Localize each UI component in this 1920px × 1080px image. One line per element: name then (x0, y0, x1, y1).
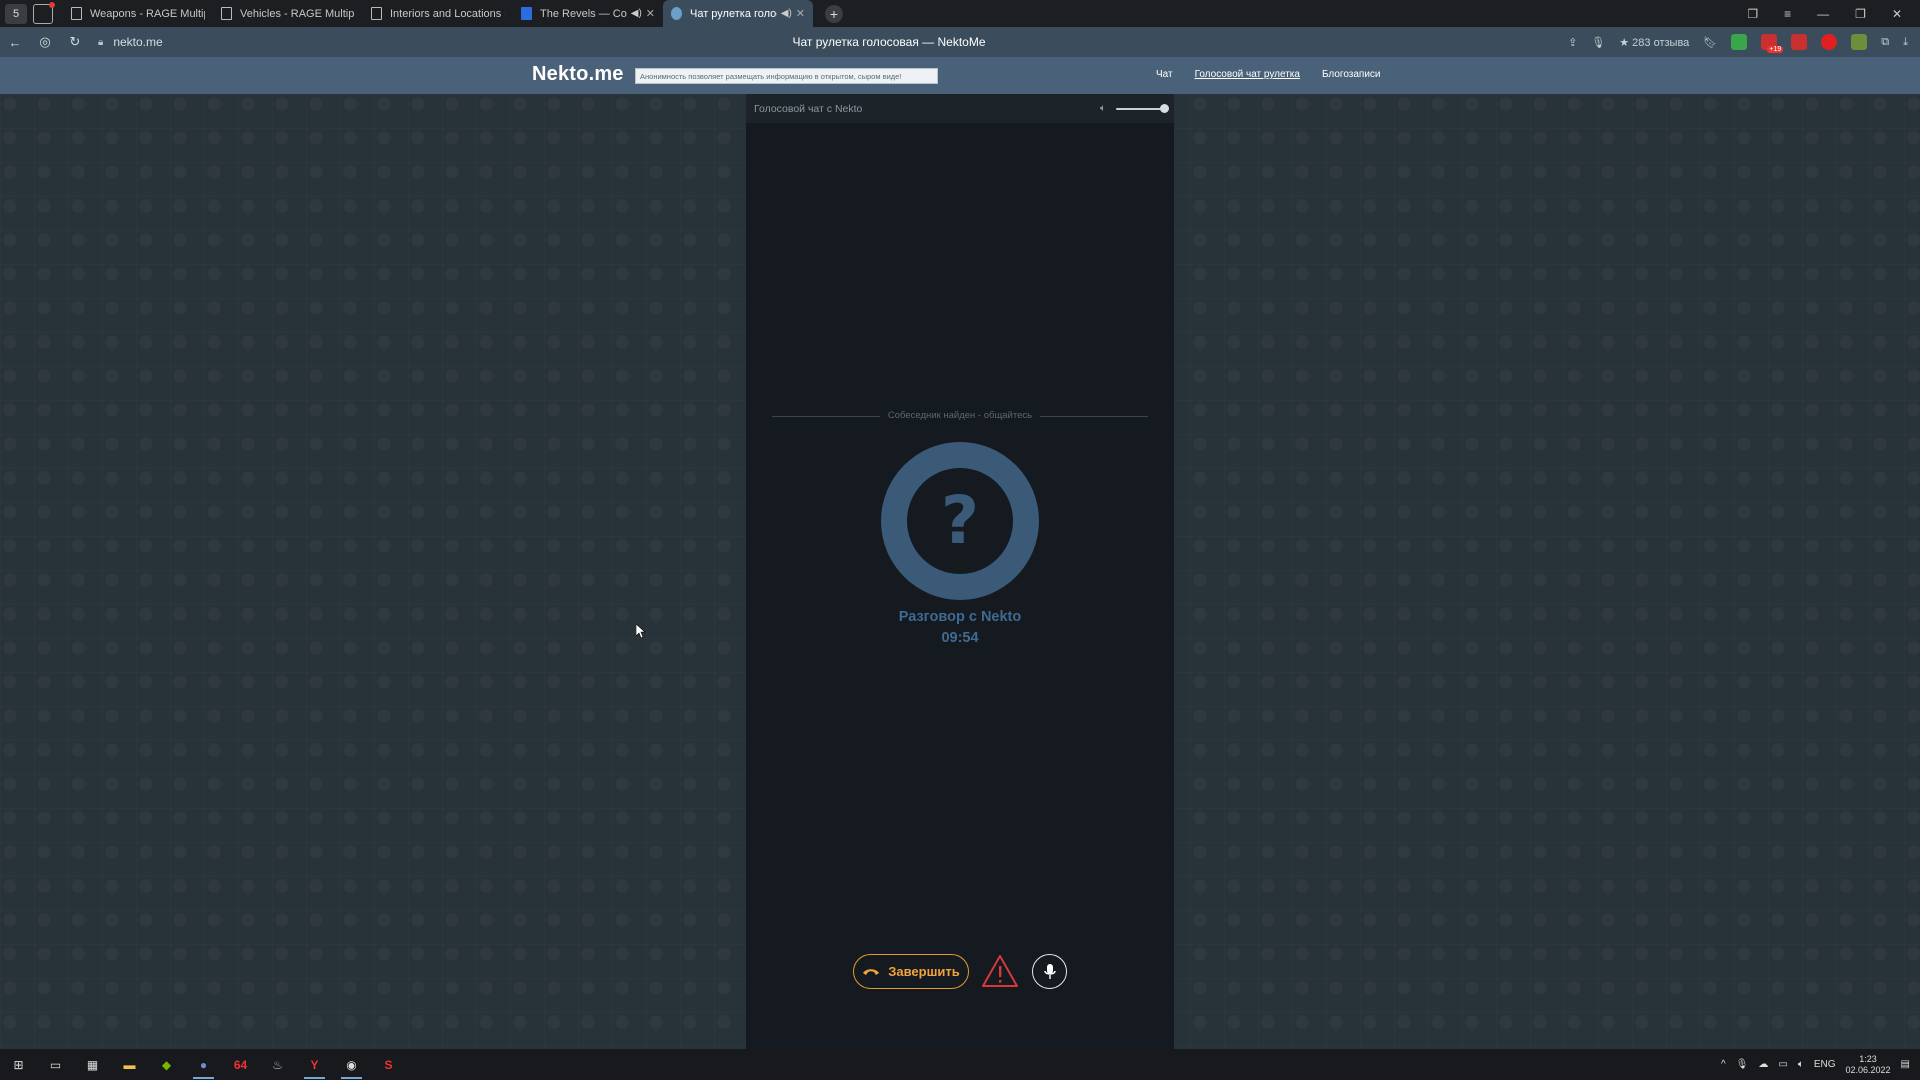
minimize-icon[interactable]: — (1817, 7, 1829, 21)
nekto-favicon-icon (671, 7, 682, 20)
menu-icon[interactable]: ≡ (1784, 7, 1791, 21)
partner-found-divider: Собеседник найден - общайтесь (772, 410, 1148, 422)
nvidia-icon[interactable]: ◆ (148, 1049, 185, 1080)
extension-icon[interactable]: +19 (1761, 34, 1784, 53)
steam-icon[interactable]: ♨ (259, 1049, 296, 1080)
page-icon (371, 7, 382, 20)
close-window-icon[interactable]: ✕ (1892, 7, 1902, 21)
tab-title: Weapons - RAGE Multiplay (90, 7, 205, 20)
mouse-cursor-icon (636, 624, 646, 638)
tab-title: Vehicles - RAGE Multiplaye (240, 7, 355, 20)
close-tab-icon[interactable]: ✕ (796, 7, 805, 20)
system-tray: ^ 🎙︎ ☁︎ ▭ 🔈︎ ENG 1:23 02.06.2022 ▤ (1721, 1049, 1920, 1080)
mic-icon[interactable]: 🎙︎ (1591, 36, 1605, 49)
task-view-icon[interactable]: ▭ (37, 1049, 74, 1080)
extension-icon[interactable] (1851, 34, 1868, 50)
badge: +19 (1767, 46, 1784, 53)
speaker-icon[interactable]: ◀) (631, 8, 642, 19)
browser-tab[interactable]: The Revels — Coman ◀) ✕ (513, 0, 663, 27)
clock-date: 02.06.2022 (1845, 1064, 1891, 1075)
volume-icon[interactable]: 🔈︎ (1100, 103, 1106, 114)
app-64-icon[interactable]: 64 (222, 1049, 259, 1080)
tabs-icon[interactable] (33, 1, 55, 24)
volume-slider-handle[interactable] (1160, 104, 1169, 113)
divider-line (1040, 416, 1148, 417)
conversation-label: Разговор с Nekto (898, 609, 1022, 625)
nav-chat[interactable]: Чат (1156, 69, 1173, 80)
microphone-icon (1043, 963, 1056, 979)
extension-icon[interactable] (1791, 34, 1808, 50)
calendar-app-icon[interactable]: ▦ (74, 1049, 111, 1080)
page-icon (71, 7, 82, 20)
anonymity-notice: Анонимность позволяет размещать информац… (635, 68, 938, 84)
restore-icon[interactable]: ❐ (1855, 7, 1866, 21)
voice-chat-panel: Голосовой чат с Nekto 🔈︎ Собеседник найд… (746, 94, 1174, 1049)
site-nav: Чат Голосовой чат рулетка Блогозаписи (1156, 69, 1381, 80)
download-icon[interactable]: ⤓ (1903, 36, 1908, 49)
browser-tab[interactable]: Vehicles - RAGE Multiplaye (213, 0, 363, 27)
hang-up-icon (863, 968, 880, 975)
cloud-icon[interactable]: ☁︎ (1758, 1059, 1768, 1070)
tray-expand-icon[interactable]: ^ (1721, 1059, 1726, 1070)
panel-title: Голосовой чат с Nekto (754, 103, 863, 115)
browser-tab-strip: 5 Weapons - RAGE Multiplay Vehicles - RA… (0, 0, 1920, 27)
microphone-button[interactable] (1032, 954, 1067, 989)
browser-tab[interactable]: Weapons - RAGE Multiplay (63, 0, 213, 27)
collections-icon[interactable]: ❐ (1747, 7, 1758, 21)
speaker-icon[interactable]: ◀) (781, 8, 792, 19)
partner-avatar: ? (881, 442, 1039, 600)
obs-icon[interactable]: ◉ (333, 1049, 370, 1080)
end-call-label: Завершить (888, 964, 960, 979)
tab-counter[interactable]: 5 (5, 3, 27, 24)
site-header: Nekto.me Анонимность позволяет размещать… (0, 57, 1920, 94)
window-controls: ❐ ≡ — ❐ ✕ (1747, 0, 1920, 27)
end-call-button[interactable]: Завершить (853, 954, 969, 989)
tray-mic-icon[interactable]: 🎙︎ (1736, 1059, 1749, 1070)
close-tab-icon[interactable]: ✕ (646, 7, 655, 20)
page-icon (221, 7, 232, 20)
share-icon[interactable]: ⇪ (1568, 36, 1577, 49)
video-icon (521, 7, 532, 20)
yandex-browser-icon[interactable]: Y (296, 1049, 333, 1080)
site-logo[interactable]: Nekto.me (532, 63, 624, 86)
browser-tab[interactable]: Interiors and Locations - R (363, 0, 513, 27)
extension-icon[interactable] (1731, 34, 1748, 50)
adblock-icon[interactable] (1821, 34, 1838, 50)
new-tab-icon[interactable]: + (825, 4, 843, 23)
browser-tab-active[interactable]: Чат рулетка голосо ◀) ✕ (663, 0, 813, 27)
page-title: Чат рулетка голосовая — NektoMe (792, 35, 986, 49)
clock[interactable]: 1:23 02.06.2022 (1846, 1054, 1891, 1076)
windows-taskbar: ⊞ ▭ ▦ ▬ ◆ ● 64 ♨ Y ◉ S ^ 🎙︎ ☁︎ ▭ 🔈︎ ENG … (0, 1049, 1920, 1080)
nav-voice-roulette[interactable]: Голосовой чат рулетка (1195, 69, 1300, 80)
file-explorer-icon[interactable]: ▬ (111, 1049, 148, 1080)
tab-title: The Revels — Coman (540, 7, 627, 20)
discord-icon[interactable]: ● (185, 1049, 222, 1080)
extensions-icon[interactable]: ⧉ (1881, 36, 1889, 49)
tab-title: Чат рулетка голосо (690, 7, 777, 20)
tab-title: Interiors and Locations - R (390, 7, 505, 20)
report-warning-icon[interactable] (981, 954, 1019, 988)
language-indicator[interactable]: ENG (1814, 1059, 1836, 1070)
volume-tray-icon[interactable]: 🔈︎ (1798, 1059, 1804, 1070)
start-icon[interactable]: ⊞ (0, 1049, 37, 1080)
reviews-count: 283 отзыва (1632, 36, 1690, 49)
address-bar: ← ◎ ↻ 🔒︎ nekto.me Чат рулетка голосовая … (0, 27, 1920, 57)
notifications-icon[interactable]: ▤ (1901, 1059, 1910, 1070)
bookmark-icon[interactable]: 🔖︎ (1703, 36, 1717, 49)
app-s-icon[interactable]: S (370, 1049, 407, 1080)
nav-blogs[interactable]: Блогозаписи (1322, 69, 1381, 80)
reviews-link[interactable]: ★ 283 отзыва (1619, 36, 1689, 49)
panel-header: Голосовой чат с Nekto 🔈︎ (746, 94, 1174, 123)
volume-slider-track[interactable] (1116, 108, 1162, 110)
toolbar-right: ⇪ 🎙︎ ★ 283 отзыва 🔖︎ +19 ⧉ ⤓ (1568, 27, 1908, 57)
call-timer: 09:54 (941, 630, 979, 646)
network-icon[interactable]: ▭ (1778, 1059, 1787, 1070)
question-mark-icon: ? (940, 482, 980, 559)
clock-time: 1:23 (1859, 1053, 1877, 1064)
